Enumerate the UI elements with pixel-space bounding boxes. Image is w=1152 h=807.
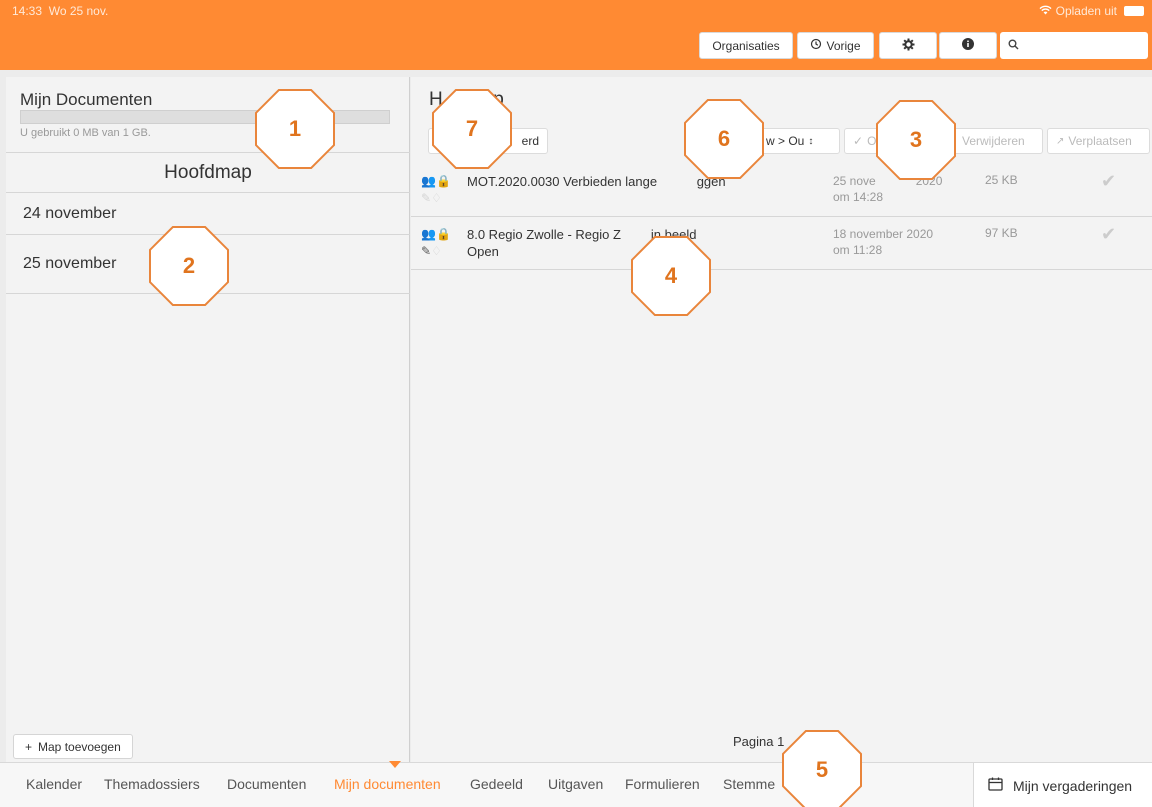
status-charging-text: Opladen uit [1055, 4, 1117, 18]
callout-number: 7 [434, 91, 510, 167]
vorige-label: Vorige [826, 38, 861, 53]
tag-icon: ♢ [431, 191, 442, 205]
document-title-part: MOT.2020.0030 Verbieden lange [467, 174, 661, 189]
gear-icon [902, 38, 915, 54]
history-icon [810, 38, 822, 53]
callout-4: 4 [631, 236, 711, 316]
vorige-button[interactable]: Vorige [797, 32, 874, 59]
status-day: Wo 25 nov. [48, 4, 109, 18]
callout-number: 2 [151, 228, 227, 304]
bottom-navigation: Kalender Themadossiers Documenten Mijn d… [0, 761, 1152, 807]
pencil-icon: ✎ [421, 191, 432, 205]
folder-header-label: Hoofdmap [164, 161, 252, 183]
document-row[interactable]: 👥🔒 ✎♢ 8.0 Regio Zwolle - Regio Zin beeld… [411, 218, 1152, 270]
pencil-icon: ✎ [421, 244, 432, 258]
folder-item-label: 25 november [23, 255, 117, 272]
nav-uitgaven[interactable]: Uitgaven [548, 776, 603, 792]
sort-select[interactable]: w > Ou ↕ [757, 128, 840, 154]
first-action-label: erd [521, 134, 539, 148]
users-icon: 👥 [421, 227, 436, 241]
document-title: MOT.2020.0030 Verbieden lange ggen [467, 173, 726, 190]
document-icons: 👥🔒 ✎♢ [421, 173, 461, 207]
folder-item-label: 24 november [23, 204, 117, 222]
delete-button[interactable]: Verwijderen [953, 128, 1043, 154]
nav-documenten[interactable]: Documenten [227, 776, 306, 792]
document-time: om 11:28 [833, 243, 883, 257]
document-row[interactable]: 👥🔒 ✎♢ MOT.2020.0030 Verbieden lange ggen… [411, 165, 1152, 217]
callout-6: 6 [684, 99, 764, 179]
users-icon: 👥 [421, 174, 436, 188]
nav-stemmen[interactable]: Stemme [723, 776, 775, 792]
callout-number: 6 [686, 101, 762, 177]
lock-icon: 🔒 [435, 227, 451, 241]
add-folder-button[interactable]: + Map toevoegen [13, 734, 133, 759]
status-right: Opladen uit [1039, 4, 1144, 18]
storage-usage-text: U gebruikt 0 MB van 1 GB. [20, 127, 151, 139]
nav-kalender[interactable]: Kalender [26, 776, 82, 792]
delete-label: Verwijderen [962, 134, 1025, 148]
right-panel: Hap erd w > Ou ↕ ✓ O Verwijderen ↗ Verpl… [411, 77, 1152, 762]
document-title-part: 8.0 Regio Zwolle - Regio Z [467, 227, 621, 242]
organisaties-label: Organisaties [712, 38, 780, 53]
expand-icon: ↗ [1056, 135, 1065, 147]
check-icon: ✓ [853, 134, 864, 148]
active-tab-indicator [389, 761, 401, 768]
battery-icon [1124, 6, 1144, 16]
document-date-part: 18 november 2020 [833, 227, 934, 241]
callout-number: 1 [257, 91, 333, 167]
document-date-part: 25 nove [833, 174, 876, 188]
top-bar: 14:33 Wo 25 nov. Opladen uit Organisatie… [0, 0, 1152, 70]
callout-5: 5 [782, 730, 862, 807]
wifi-icon [1039, 4, 1052, 18]
plus-icon: + [25, 739, 33, 754]
add-folder-label: Map toevoegen [38, 739, 121, 754]
folder-header[interactable]: Hoofdmap [6, 152, 410, 193]
nav-formulieren[interactable]: Formulieren [625, 776, 700, 792]
document-time: om 14:28 [833, 190, 884, 204]
callout-7: 7 [432, 89, 512, 169]
info-button[interactable] [939, 32, 997, 59]
left-panel: Mijn Documenten U gebruikt 0 MB van 1 GB… [6, 77, 410, 762]
callout-2: 2 [149, 226, 229, 306]
nav-gedeeld[interactable]: Gedeeld [470, 776, 523, 792]
search-icon [1008, 39, 1019, 53]
check-label: O [867, 134, 877, 148]
document-icons: 👥🔒 ✎♢ [421, 226, 461, 260]
info-icon [962, 38, 974, 53]
calendar-icon [988, 777, 1003, 794]
nav-mijn-documenten[interactable]: Mijn documenten [334, 776, 441, 792]
document-title-line2: Open [467, 244, 499, 259]
sort-arrows-icon: ↕ [808, 135, 814, 147]
lock-icon: 🔒 [435, 174, 451, 188]
sort-label: w > Ou [766, 134, 805, 148]
callout-number: 4 [633, 238, 709, 314]
pagination: Pagina 1 [733, 734, 785, 749]
document-size: 25 KB [985, 173, 1018, 187]
move-button[interactable]: ↗ Verplaatsen [1047, 128, 1150, 154]
search-input[interactable] [1000, 32, 1148, 59]
move-label: Verplaatsen [1068, 134, 1132, 148]
my-meetings-button[interactable]: Mijn vergaderingen [973, 763, 1152, 807]
status-clock: 14:33 Wo 25 nov. [12, 4, 108, 18]
callout-number: 3 [878, 102, 954, 178]
callout-3: 3 [876, 100, 956, 180]
tag-icon: ♢ [431, 244, 442, 258]
document-size: 97 KB [985, 226, 1018, 240]
callout-1: 1 [255, 89, 335, 169]
settings-button[interactable] [879, 32, 937, 59]
document-date: 18 november 2020 om 11:28 [833, 226, 973, 258]
status-time: 14:33 [12, 4, 43, 18]
my-documents-title: Mijn Documenten [20, 90, 153, 109]
my-meetings-label: Mijn vergaderingen [1013, 777, 1133, 794]
organisaties-button[interactable]: Organisaties [699, 32, 793, 59]
nav-themadossiers[interactable]: Themadossiers [104, 776, 200, 792]
callout-number: 5 [784, 732, 860, 807]
checkmark-icon[interactable]: ✔ [1101, 224, 1116, 245]
checkmark-icon[interactable]: ✔ [1101, 171, 1116, 192]
